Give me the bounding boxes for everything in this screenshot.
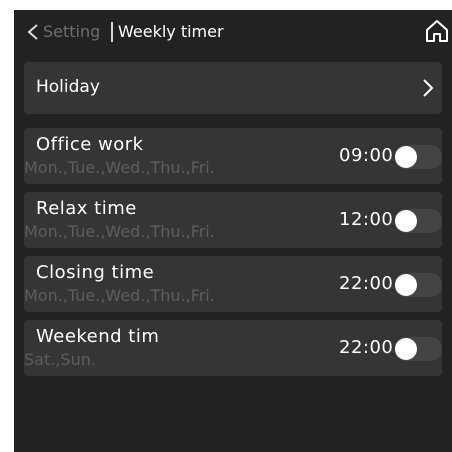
timer-name: Closing time — [36, 262, 155, 283]
breadcrumb-divider — [111, 22, 113, 42]
timer-time: 22:00 — [339, 273, 394, 294]
page-title: Weekly timer — [118, 22, 224, 41]
holiday-row[interactable]: Holiday — [24, 62, 442, 114]
timer-time: 12:00 — [339, 209, 394, 230]
header: Setting Weekly timer — [14, 10, 452, 54]
toggle-knob — [395, 210, 417, 232]
home-icon[interactable] — [424, 18, 450, 44]
toggle-knob — [395, 146, 417, 168]
breadcrumb-setting[interactable]: Setting — [43, 22, 100, 42]
timer-name: Relax time — [36, 198, 137, 219]
weekly-timer-screen: Setting Weekly timer Holiday Office work… — [14, 10, 452, 452]
timer-days: Mon.,Tue.,Wed.,Thu.,Fri. — [24, 158, 215, 177]
timer-row-office-work[interactable]: Office work Mon.,Tue.,Wed.,Thu.,Fri. 09:… — [24, 128, 442, 184]
toggle-knob — [395, 338, 417, 360]
timer-row-relax-time[interactable]: Relax time Mon.,Tue.,Wed.,Thu.,Fri. 12:0… — [24, 192, 442, 248]
timer-toggle[interactable] — [394, 337, 442, 361]
timer-days: Mon.,Tue.,Wed.,Thu.,Fri. — [24, 222, 215, 241]
timer-row-weekend[interactable]: Weekend tim Sat.,Sun. 22:00 — [24, 320, 442, 376]
timer-toggle[interactable] — [394, 145, 442, 169]
timer-toggle[interactable] — [394, 209, 442, 233]
toggle-knob — [395, 274, 417, 296]
timer-days: Sat.,Sun. — [24, 350, 96, 369]
timer-toggle[interactable] — [394, 273, 442, 297]
holiday-label: Holiday — [36, 77, 100, 97]
timer-days: Mon.,Tue.,Wed.,Thu.,Fri. — [24, 286, 215, 305]
timer-row-closing-time[interactable]: Closing time Mon.,Tue.,Wed.,Thu.,Fri. 22… — [24, 256, 442, 312]
timer-name: Weekend tim — [36, 326, 160, 347]
timer-name: Office work — [36, 134, 144, 155]
chevron-left-icon[interactable] — [26, 23, 40, 41]
timer-time: 22:00 — [339, 337, 394, 358]
timer-time: 09:00 — [339, 145, 394, 166]
chevron-right-icon — [423, 79, 434, 97]
